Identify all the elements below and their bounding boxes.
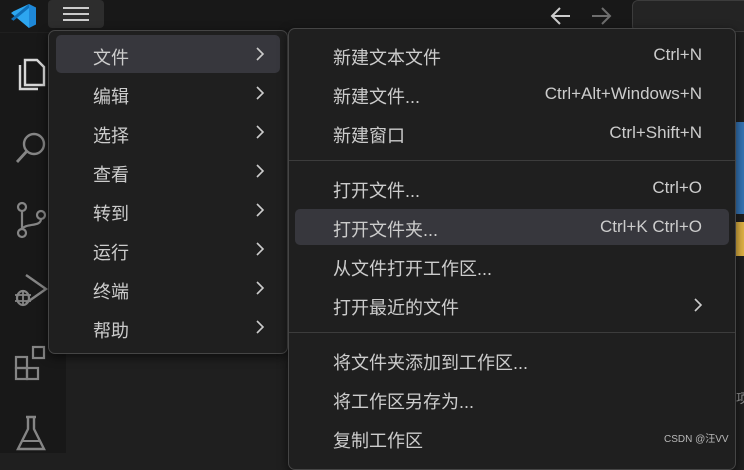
menu-item-open-recent[interactable]: 打开最近的文件 <box>295 287 729 323</box>
menu-item-add-folder-to-workspace[interactable]: 将文件夹添加到工作区... <box>295 342 729 378</box>
vscode-logo-icon <box>8 3 38 29</box>
extensions-icon[interactable] <box>12 343 50 381</box>
chevron-right-icon <box>256 281 265 295</box>
chevron-right-icon <box>256 125 265 139</box>
menu-item-new-file[interactable]: 新建文件... Ctrl+Alt+Windows+N <box>295 76 729 112</box>
menu-item-view[interactable]: 查看 <box>56 152 280 190</box>
main-menu: 文件 编辑 选择 查看 转到 运行 终端 帮助 <box>48 30 288 354</box>
menu-item-save-workspace-as[interactable]: 将工作区另存为... <box>295 381 729 417</box>
menu-item-selection[interactable]: 选择 <box>56 113 280 151</box>
menu-item-open-file[interactable]: 打开文件... Ctrl+O <box>295 170 729 206</box>
menu-item-go[interactable]: 转到 <box>56 191 280 229</box>
search-icon[interactable] <box>12 129 50 167</box>
chevron-right-icon <box>256 47 265 61</box>
menu-item-shortcut: Ctrl+O <box>652 178 702 197</box>
menu-item-label: 选择 <box>93 126 129 146</box>
menu-item-label: 打开文件夹... <box>333 220 439 240</box>
menu-item-terminal[interactable]: 终端 <box>56 269 280 307</box>
menu-item-label: 复制工作区 <box>333 431 423 451</box>
menu-item-new-text-file[interactable]: 新建文本文件 Ctrl+N <box>295 37 729 73</box>
source-control-icon[interactable] <box>12 201 50 239</box>
menu-item-help[interactable]: 帮助 <box>56 308 280 346</box>
menu-separator <box>289 160 735 161</box>
flask-icon[interactable] <box>12 413 50 451</box>
menu-item-label: 将工作区另存为... <box>333 392 475 412</box>
menu-item-file[interactable]: 文件 <box>56 35 280 73</box>
hamburger-menu-icon <box>63 7 89 21</box>
chevron-right-icon <box>256 320 265 334</box>
menu-item-label: 帮助 <box>93 321 129 341</box>
menu-item-edit[interactable]: 编辑 <box>56 74 280 112</box>
menu-item-label: 新建文件... <box>333 87 421 107</box>
watermark-text: CSDN @汪VV <box>664 434 729 445</box>
chevron-right-icon <box>694 298 703 312</box>
menu-item-label: 打开文件... <box>333 181 421 201</box>
menu-item-open-workspace-from-file[interactable]: 从文件打开工作区... <box>295 248 729 284</box>
arrow-left-icon <box>550 7 570 25</box>
menu-item-label: 终端 <box>93 282 129 302</box>
forward-button[interactable] <box>590 6 612 26</box>
menu-item-label: 打开最近的文件 <box>333 298 459 318</box>
editor-partial-text: 项 <box>736 391 744 406</box>
menu-item-run[interactable]: 运行 <box>56 230 280 268</box>
menu-item-label: 文件 <box>93 48 129 68</box>
back-button[interactable] <box>550 6 572 26</box>
menu-item-label: 从文件打开工作区... <box>333 259 493 279</box>
menu-item-label: 查看 <box>93 165 129 185</box>
menu-item-shortcut: Ctrl+N <box>653 45 702 64</box>
menu-item-shortcut: Ctrl+Shift+N <box>609 123 702 142</box>
menu-item-label: 将文件夹添加到工作区... <box>333 353 529 373</box>
chevron-right-icon <box>256 164 265 178</box>
menu-item-new-window[interactable]: 新建窗口 Ctrl+Shift+N <box>295 115 729 151</box>
menu-separator <box>289 332 735 333</box>
run-debug-icon[interactable] <box>12 271 50 309</box>
hamburger-menu-button[interactable] <box>48 0 104 28</box>
menu-item-label: 运行 <box>93 243 129 263</box>
file-submenu: 新建文本文件 Ctrl+N 新建文件... Ctrl+Alt+Windows+N… <box>288 28 736 470</box>
menu-item-label: 新建窗口 <box>333 126 405 146</box>
arrow-right-icon <box>592 7 612 25</box>
menu-item-shortcut: Ctrl+Alt+Windows+N <box>544 84 702 103</box>
files-icon[interactable] <box>12 55 50 93</box>
menu-item-shortcut: Ctrl+K Ctrl+O <box>599 217 702 236</box>
chevron-right-icon <box>256 86 265 100</box>
menu-item-label: 编辑 <box>93 87 129 107</box>
menu-item-open-folder[interactable]: 打开文件夹... Ctrl+K Ctrl+O <box>295 209 729 245</box>
chevron-right-icon <box>256 242 265 256</box>
menu-item-label: 转到 <box>93 204 129 224</box>
menu-item-label: 新建文本文件 <box>333 48 441 68</box>
chevron-right-icon <box>256 203 265 217</box>
